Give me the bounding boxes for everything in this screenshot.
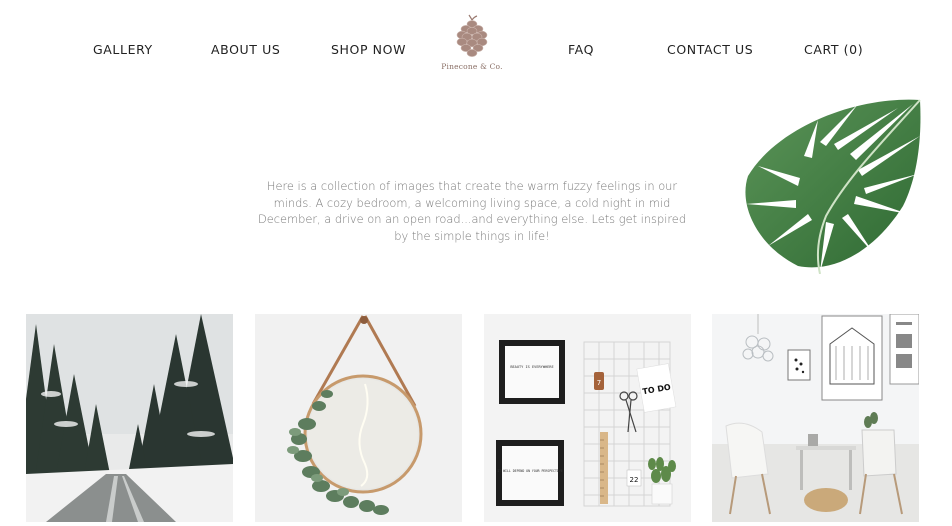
snowy-forest-road-photo[interactable] (26, 314, 233, 522)
framed-prints-wall-photo[interactable]: BEAUTY IS EVERYWHERE IT WILL DEPEND ON Y… (484, 314, 691, 522)
page: GALLERY ABOUT US SHOP NOW Pinecone & Co.… (0, 0, 952, 526)
calendar-number: 22 (630, 476, 639, 484)
nav-faq[interactable]: FAQ (568, 42, 594, 57)
frame-bottom-text: IT WILL DEPEND ON YOUR PERSPECTIVE (497, 469, 562, 473)
nav-shop-now[interactable]: SHOP NOW (331, 42, 406, 57)
monstera-leaf-image (738, 96, 922, 275)
logo-text: Pinecone & Co. (441, 62, 503, 71)
nav-gallery[interactable]: GALLERY (93, 42, 153, 57)
pinecone-icon (456, 14, 488, 57)
tag-number: 7 (597, 379, 601, 387)
round-mirror-photo[interactable] (255, 314, 462, 522)
nav-contact-us[interactable]: CONTACT US (667, 42, 753, 57)
nav-about-us[interactable]: ABOUT US (211, 42, 280, 57)
nav-cart[interactable]: CART (0) (804, 42, 863, 57)
frame-top-text: BEAUTY IS EVERYWHERE (510, 365, 553, 369)
intro-text: Here is a collection of images that crea… (257, 179, 687, 243)
logo[interactable]: Pinecone & Co. (438, 14, 506, 78)
scandinavian-living-room-photo[interactable] (712, 314, 919, 522)
